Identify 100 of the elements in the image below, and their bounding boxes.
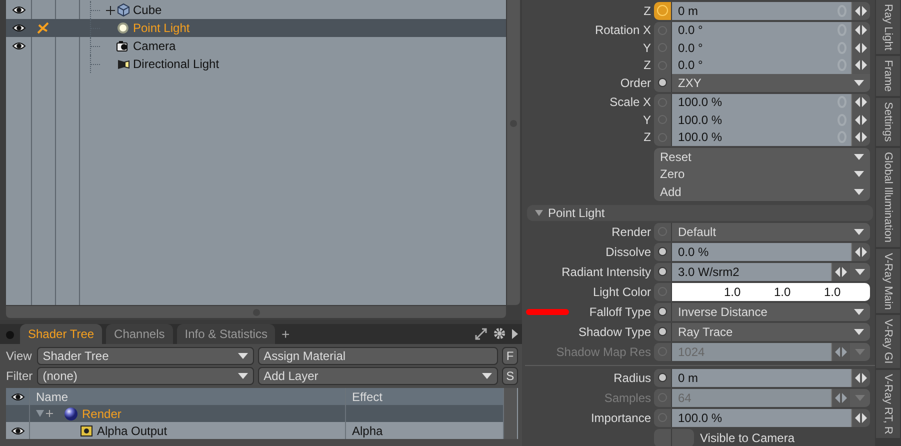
caret-icon[interactable] xyxy=(855,268,865,274)
column-header[interactable]: Name xyxy=(36,390,68,404)
layer-name[interactable]: Alpha Output xyxy=(97,424,168,438)
side-tab[interactable]: Ray Light xyxy=(876,0,900,56)
side-tab[interactable]: Global Illumination xyxy=(876,148,900,249)
add-tab-button[interactable]: + xyxy=(281,326,290,342)
eye-icon[interactable] xyxy=(12,41,26,51)
expand-icon[interactable] xyxy=(36,409,54,418)
eye-icon[interactable] xyxy=(10,426,24,436)
value-field[interactable]: 100.0 % xyxy=(671,94,851,111)
field-label: Importance xyxy=(590,410,651,424)
side-tab[interactable]: Settings xyxy=(876,98,900,148)
maximize-icon[interactable] xyxy=(475,328,487,340)
view-dropdown[interactable]: Shader Tree xyxy=(36,347,254,365)
item-label[interactable]: Cube xyxy=(133,3,162,17)
field-label: View xyxy=(6,349,33,363)
side-tab[interactable]: V-Ray Main xyxy=(876,248,900,316)
edit-target-icon[interactable] xyxy=(36,21,50,35)
caret-icon[interactable] xyxy=(238,353,248,359)
expand-icon[interactable] xyxy=(106,6,114,14)
field-label: Y xyxy=(642,112,651,127)
spinner-icon[interactable] xyxy=(851,408,870,426)
menu-button[interactable]: Zero xyxy=(654,166,870,183)
tree-row[interactable]: Point Light xyxy=(6,19,506,37)
spinner-icon xyxy=(831,342,850,360)
f-button[interactable]: F xyxy=(502,347,518,365)
menu-button[interactable]: Add xyxy=(654,183,870,200)
table-row[interactable]: Render xyxy=(6,405,504,422)
caret-icon[interactable] xyxy=(482,373,492,379)
side-tab[interactable]: V-Ray RT, R xyxy=(876,370,900,440)
filter-dropdown[interactable]: (none) xyxy=(36,367,254,385)
spinner-icon[interactable] xyxy=(851,128,870,146)
field-label: Rotation X xyxy=(594,23,651,38)
tab[interactable]: Channels xyxy=(106,324,173,344)
value-field[interactable]: 0.0 ° xyxy=(671,56,851,74)
image-icon xyxy=(80,424,93,436)
menu-button[interactable]: Reset xyxy=(654,148,870,166)
dropdown[interactable]: ZXY xyxy=(671,74,870,92)
eye-icon[interactable] xyxy=(10,392,24,402)
spinner-icon[interactable] xyxy=(851,242,870,260)
spinner-icon[interactable] xyxy=(851,368,870,386)
keyframe-button[interactable] xyxy=(654,2,671,20)
field-label: Z xyxy=(644,4,651,18)
item-label[interactable]: Point Light xyxy=(133,21,190,35)
arrow-right-icon[interactable] xyxy=(512,328,518,338)
effect-label: Alpha xyxy=(352,424,383,438)
caret-icon[interactable] xyxy=(854,308,864,314)
caret-icon[interactable] xyxy=(854,228,864,234)
layer-name[interactable]: Render xyxy=(82,406,122,420)
column-header[interactable]: Effect xyxy=(352,390,382,404)
section-header[interactable]: Point Light xyxy=(527,204,873,220)
scrollbar[interactable] xyxy=(504,388,517,439)
side-tab[interactable]: V-Ray GI xyxy=(876,315,900,370)
scrollbar[interactable] xyxy=(6,306,506,318)
spinner-icon[interactable] xyxy=(851,94,870,111)
spinner-icon[interactable] xyxy=(831,262,850,280)
checkbox[interactable] xyxy=(654,428,694,446)
eye-icon[interactable] xyxy=(12,23,26,33)
value-field[interactable]: 3.0 W/srm2 xyxy=(671,262,831,280)
spinner-icon[interactable] xyxy=(851,39,870,56)
tree-row[interactable]: Camera xyxy=(6,37,506,55)
caret-icon[interactable] xyxy=(854,80,864,86)
eye-icon[interactable] xyxy=(12,5,26,15)
color-field[interactable]: 1.0 1.0 1.0 xyxy=(671,282,870,300)
value-field[interactable]: 100.0 % xyxy=(671,111,851,128)
value-field[interactable]: 0.0 % xyxy=(671,242,851,260)
settings-icon[interactable] xyxy=(493,327,506,340)
dropdown[interactable]: Inverse Distance xyxy=(671,302,870,320)
value-field[interactable]: 100.0 % xyxy=(671,408,851,426)
caret-icon[interactable] xyxy=(854,328,864,334)
caret-icon[interactable] xyxy=(854,188,864,195)
spinner-icon[interactable] xyxy=(851,2,870,20)
value-field[interactable]: 0.0 ° xyxy=(671,22,851,39)
assign-material-button[interactable]: Assign Material xyxy=(258,347,498,365)
item-label[interactable]: Camera xyxy=(133,39,176,53)
tab[interactable]: Info & Statistics xyxy=(176,324,276,344)
value-field[interactable]: 0 m xyxy=(671,368,851,386)
scrollbar[interactable] xyxy=(507,0,520,305)
cube-icon xyxy=(116,3,130,17)
item-label[interactable]: Directional Light xyxy=(133,57,220,71)
caret-icon[interactable] xyxy=(854,154,864,160)
s-button[interactable]: S xyxy=(502,367,518,385)
value-field[interactable]: 0 m xyxy=(671,2,851,20)
checkbox-label: Visible to Camera xyxy=(700,430,794,444)
tree-row[interactable]: Directional Light xyxy=(6,55,506,73)
dropdown[interactable]: Default xyxy=(671,222,870,240)
value-field[interactable]: 100.0 % xyxy=(671,128,851,146)
color-value: 1.0 xyxy=(824,284,842,298)
field-label: Y xyxy=(642,40,651,55)
caret-icon[interactable] xyxy=(238,373,248,379)
spinner-icon[interactable] xyxy=(851,56,870,74)
field-label: Shadow Type xyxy=(578,324,651,338)
spinner-icon[interactable] xyxy=(851,111,870,128)
side-tab[interactable]: Frame xyxy=(876,56,900,98)
value-field[interactable]: 0.0 ° xyxy=(671,39,851,56)
dropdown[interactable]: Ray Trace xyxy=(671,322,870,340)
spinner-icon[interactable] xyxy=(851,22,870,39)
caret-icon[interactable] xyxy=(854,171,864,178)
tab[interactable]: Shader Tree xyxy=(20,324,102,344)
add-layer-dropdown[interactable]: Add Layer xyxy=(258,367,498,385)
